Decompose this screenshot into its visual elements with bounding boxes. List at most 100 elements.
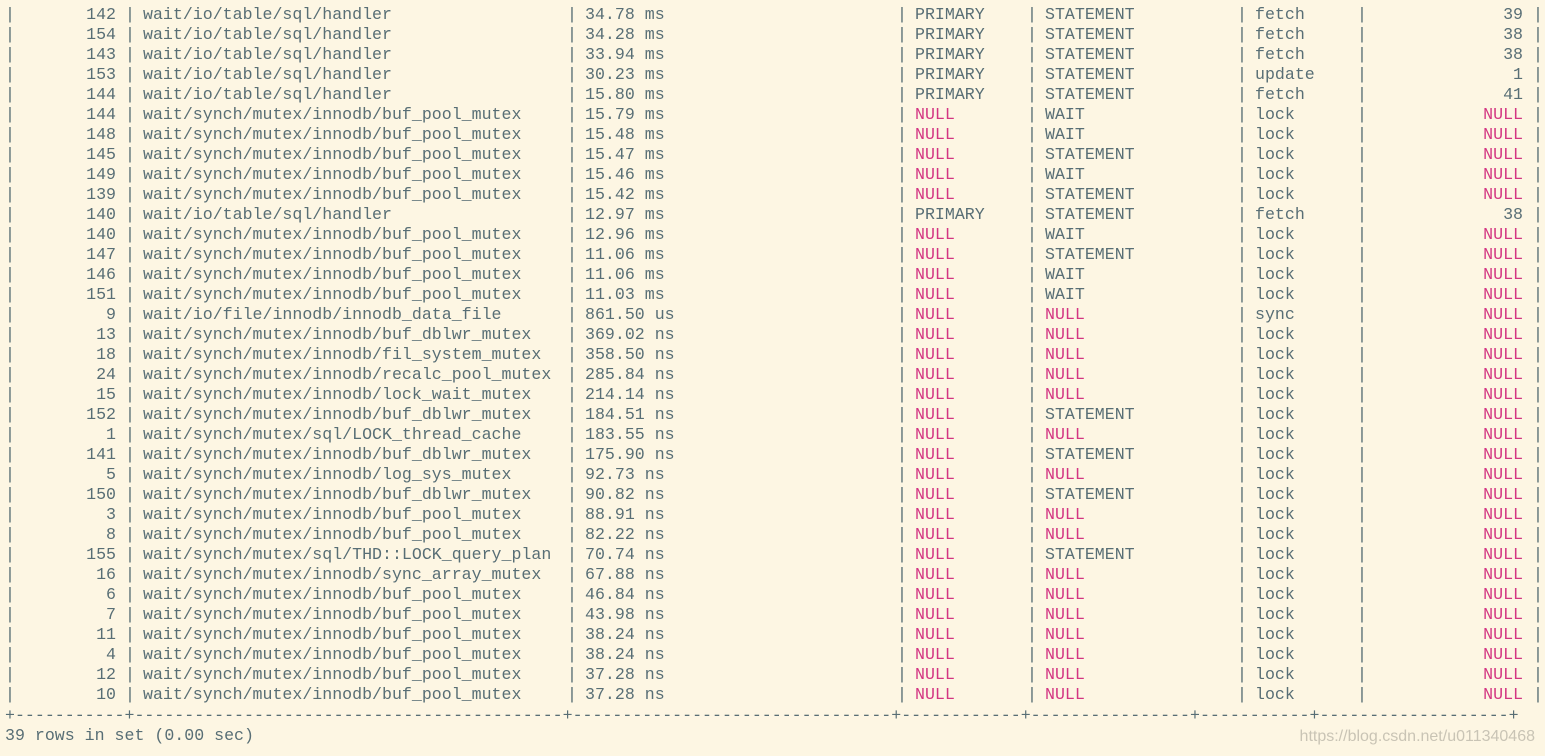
column-separator: | [1027, 65, 1037, 84]
nesting-event-type-cell: NULL [1045, 625, 1085, 644]
number-of-rows-cell: NULL [1483, 565, 1523, 584]
terminal-window[interactable]: | 142 | wait/io/table/sql/handler | 34.78 ms |… [0, 0, 1545, 756]
nesting-event-type-cell: WAIT [1045, 285, 1085, 304]
latency-cell: 175.90 ns [585, 445, 675, 464]
thread-id-cell: 152 [86, 405, 116, 424]
column-separator: | [1237, 665, 1247, 684]
column-separator: | [125, 385, 135, 404]
column-separator: | [1237, 325, 1247, 344]
nesting-event-type-cell: STATEMENT [1045, 85, 1135, 104]
column-separator: | [897, 545, 907, 564]
thread-id-cell: 11 [96, 625, 116, 644]
column-separator: | [1027, 265, 1037, 284]
table-row: | 16 | wait/synch/mutex/innodb/sync_array_m… [5, 565, 1545, 585]
column-separator: | [1237, 645, 1247, 664]
index-name-cell: NULL [915, 325, 955, 344]
number-of-rows-cell: NULL [1483, 285, 1523, 304]
operation-cell: lock [1255, 645, 1295, 664]
column-separator: | [567, 45, 577, 64]
table-row: | 153 | wait/io/table/sql/handler | 30.23 ms |… [5, 65, 1545, 85]
column-separator: | [5, 5, 15, 24]
table-row: | 151 | wait/synch/mutex/innodb/buf_pool_mu… [5, 285, 1545, 305]
number-of-rows-cell: NULL [1483, 685, 1523, 704]
column-separator: | [1533, 685, 1543, 704]
column-separator: | [1237, 5, 1247, 24]
table-row: | 152 | wait/synch/mutex/innodb/buf_dblwr_m… [5, 405, 1545, 425]
column-separator: | [1237, 345, 1247, 364]
column-separator: | [125, 245, 135, 264]
column-separator: | [1533, 205, 1543, 224]
column-separator: | [1357, 485, 1367, 504]
column-separator: | [1237, 285, 1247, 304]
column-separator: | [125, 225, 135, 244]
index-name-cell: PRIMARY [915, 65, 985, 84]
event-name-cell: wait/synch/mutex/innodb/buf_pool_mutex [143, 505, 522, 524]
nesting-event-type-cell: NULL [1045, 465, 1085, 484]
column-separator: | [125, 65, 135, 84]
thread-id-cell: 155 [86, 545, 116, 564]
column-separator: | [1357, 405, 1367, 424]
event-name-cell: wait/synch/mutex/innodb/buf_dblwr_mutex [143, 405, 532, 424]
event-name-cell: wait/io/table/sql/handler [143, 5, 392, 24]
operation-cell: lock [1255, 385, 1295, 404]
column-separator: | [567, 485, 577, 504]
column-separator: | [1533, 605, 1543, 624]
operation-cell: lock [1255, 245, 1295, 264]
column-separator: | [1357, 245, 1367, 264]
column-separator: | [1027, 585, 1037, 604]
column-separator: | [1237, 65, 1247, 84]
column-separator: | [1357, 545, 1367, 564]
column-separator: | [5, 225, 15, 244]
column-separator: | [5, 25, 15, 44]
column-separator: | [1237, 125, 1247, 144]
column-separator: | [1027, 325, 1037, 344]
latency-cell: 369.02 ns [585, 325, 675, 344]
column-separator: | [125, 685, 135, 704]
thread-id-cell: 154 [86, 25, 116, 44]
column-separator: | [125, 105, 135, 124]
column-separator: | [567, 265, 577, 284]
number-of-rows-cell: NULL [1483, 405, 1523, 424]
column-separator: | [1237, 565, 1247, 584]
index-name-cell: NULL [915, 505, 955, 524]
nesting-event-type-cell: STATEMENT [1045, 25, 1135, 44]
column-separator: | [1533, 345, 1543, 364]
column-separator: | [5, 185, 15, 204]
column-separator: | [1357, 5, 1367, 24]
column-separator: | [1357, 365, 1367, 384]
watermark: https://blog.csdn.net/u011340468 [1299, 728, 1535, 745]
operation-cell: lock [1255, 265, 1295, 284]
nesting-event-type-cell: NULL [1045, 425, 1085, 444]
column-separator: | [1357, 185, 1367, 204]
column-separator: | [1237, 185, 1247, 204]
column-separator: | [5, 265, 15, 284]
thread-id-cell: 148 [86, 125, 116, 144]
column-separator: | [1533, 365, 1543, 384]
column-separator: | [1027, 245, 1037, 264]
latency-cell: 67.88 ns [585, 565, 665, 584]
operation-cell: lock [1255, 285, 1295, 304]
column-separator: | [897, 265, 907, 284]
column-separator: | [125, 145, 135, 164]
event-name-cell: wait/synch/mutex/innodb/buf_dblwr_mutex [143, 485, 532, 504]
column-separator: | [1357, 85, 1367, 104]
index-name-cell: NULL [915, 185, 955, 204]
latency-cell: 88.91 ns [585, 505, 665, 524]
operation-cell: lock [1255, 685, 1295, 704]
column-separator: | [1237, 625, 1247, 644]
column-separator: | [897, 45, 907, 64]
thread-id-cell: 12 [96, 665, 116, 684]
column-separator: | [1027, 625, 1037, 644]
table-row: | 145 | wait/synch/mutex/innodb/buf_pool_mu… [5, 145, 1545, 165]
number-of-rows-cell: NULL [1483, 125, 1523, 144]
column-separator: | [1533, 445, 1543, 464]
column-separator: | [1533, 245, 1543, 264]
column-separator: | [1237, 505, 1247, 524]
column-separator: | [125, 265, 135, 284]
table-row: | 141 | wait/synch/mutex/innodb/buf_dblwr_m… [5, 445, 1545, 465]
index-name-cell: NULL [915, 245, 955, 264]
event-name-cell: wait/io/table/sql/handler [143, 205, 392, 224]
latency-cell: 33.94 ms [585, 45, 665, 64]
column-separator: | [125, 365, 135, 384]
column-separator: | [897, 685, 907, 704]
